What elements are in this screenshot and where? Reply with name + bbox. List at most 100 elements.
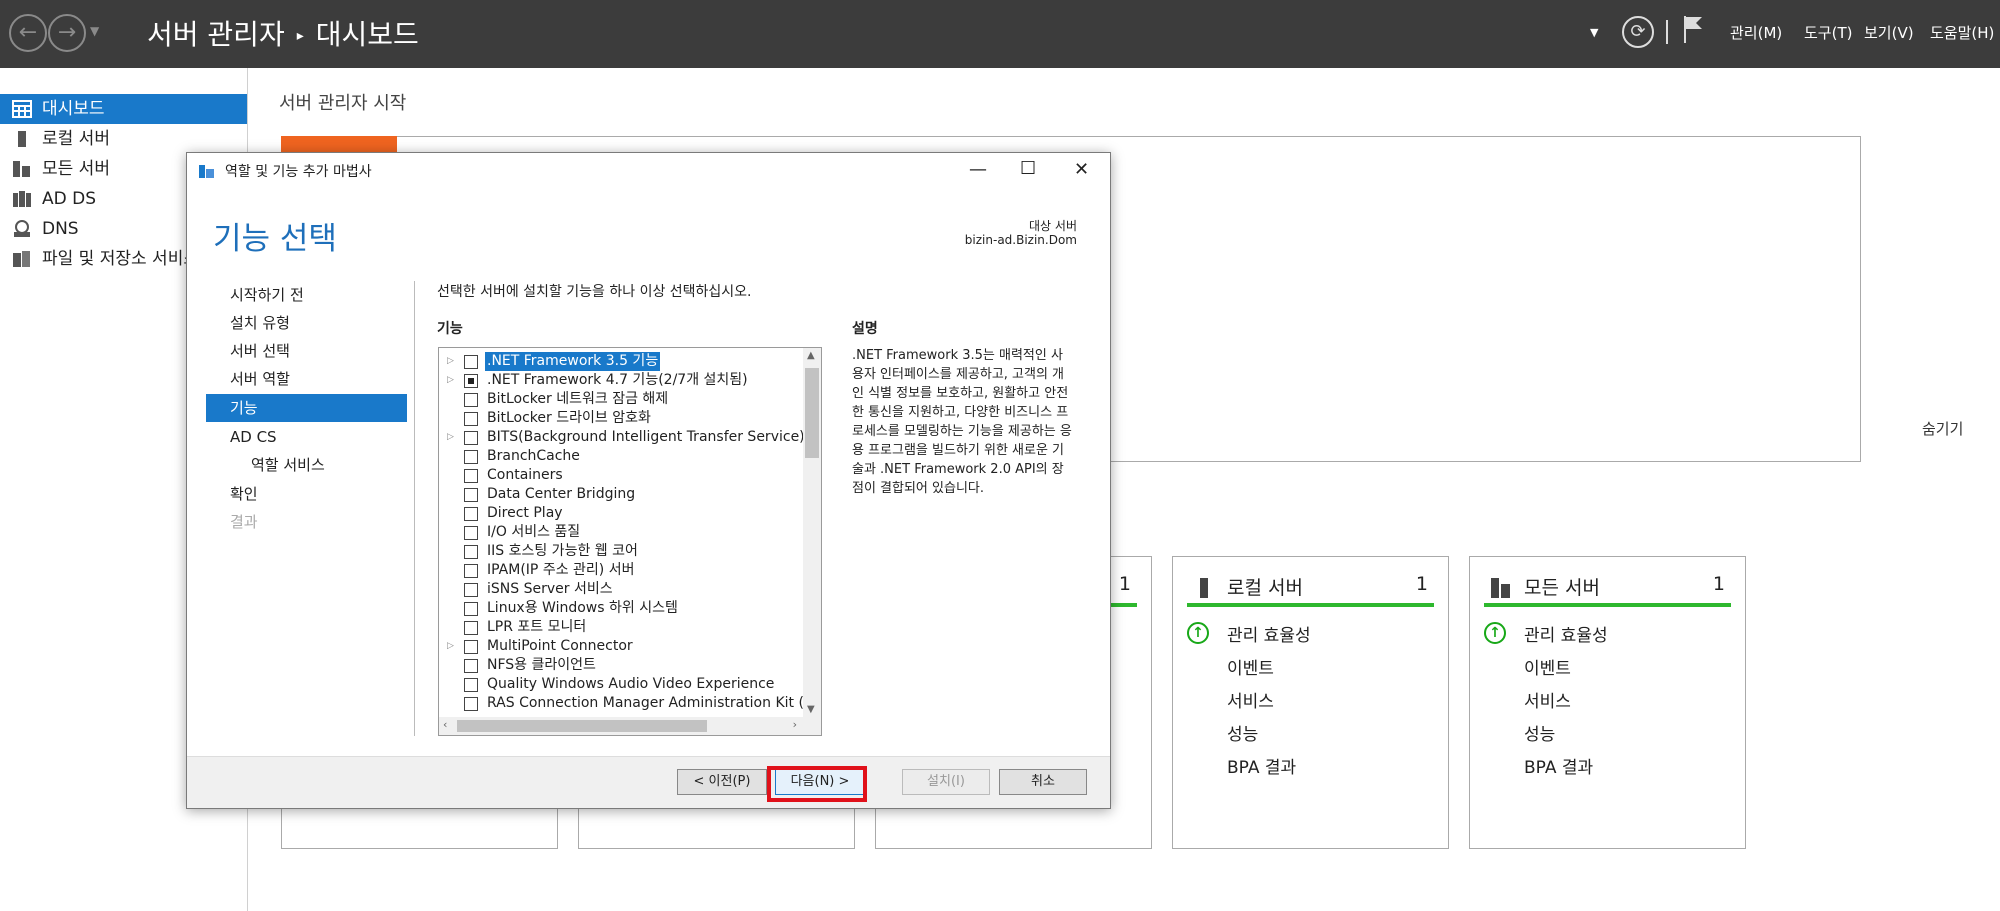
feature-checkbox[interactable] (464, 355, 478, 369)
horizontal-scrollbar[interactable]: ‹ › (439, 717, 821, 735)
feature-checkbox[interactable] (464, 697, 478, 711)
title-bar: ← → ▼ 서버 관리자 ▸ 대시보드 ▼ ⟳ 관리(M) 도구(T) 보기(V) … (0, 0, 2000, 68)
feature-checkbox[interactable] (464, 393, 478, 407)
sidebar-item-label: 대시보드 (42, 99, 105, 119)
feature-row[interactable]: NFS용 클라이언트 (439, 656, 799, 675)
wizard-nav-server-selection[interactable]: 서버 선택 (206, 337, 407, 365)
feature-row[interactable]: BitLocker 드라이브 암호화 (439, 409, 799, 428)
feature-checkbox[interactable] (464, 564, 478, 578)
feature-checkbox[interactable] (464, 545, 478, 559)
vertical-scrollbar[interactable]: ▲ ▼ (803, 348, 821, 717)
close-icon[interactable]: ✕ (1074, 159, 1089, 180)
feature-row[interactable]: LPR 포트 모니터 (439, 618, 799, 637)
back-button[interactable]: ← (9, 14, 47, 52)
menu-manage[interactable]: 관리(M) (1730, 22, 1782, 43)
expand-arrow-icon[interactable]: ▷ (447, 371, 454, 390)
feature-checkbox[interactable] (464, 621, 478, 635)
wizard-title-bar[interactable]: 역할 및 기능 추가 마법사 — ☐ ✕ (187, 153, 1110, 191)
feature-checkbox[interactable] (464, 507, 478, 521)
sidebar-item-local-server[interactable]: 로컬 서버 (0, 124, 247, 154)
feature-row[interactable]: IIS 호스팅 가능한 웹 코어 (439, 542, 799, 561)
feature-row[interactable]: BranchCache (439, 447, 799, 466)
tile-row-manageability[interactable]: 관리 효율성 (1524, 621, 1608, 646)
feature-row[interactable]: Containers (439, 466, 799, 485)
feature-row[interactable]: ▷ .NET Framework 4.7 기능(2/7개 설치됨) (439, 371, 799, 390)
feature-checkbox[interactable] (464, 469, 478, 483)
expand-arrow-icon[interactable]: ▷ (447, 352, 454, 371)
menu-tools[interactable]: 도구(T) (1804, 22, 1852, 43)
feature-checkbox[interactable] (464, 602, 478, 616)
scroll-left-icon[interactable]: ‹ (443, 718, 447, 731)
tile-all-servers[interactable]: 모든 서버 1 ↑ 관리 효율성 이벤트 서비스 성능 BPA 결과 (1469, 556, 1746, 849)
forward-button[interactable]: → (48, 14, 86, 52)
feature-row[interactable]: ▷ .NET Framework 3.5 기능 (439, 352, 799, 371)
scroll-up-icon[interactable]: ▲ (807, 350, 815, 361)
scroll-thumb[interactable] (457, 720, 707, 732)
feature-row[interactable]: ▷ MultiPoint Connector (439, 637, 799, 656)
scroll-right-icon[interactable]: › (793, 718, 797, 731)
feature-label: iSNS Server 서비스 (487, 581, 613, 597)
scroll-thumb[interactable] (805, 368, 819, 458)
feature-row[interactable]: BitLocker 네트워크 잠금 해제 (439, 390, 799, 409)
feature-checkbox[interactable] (464, 450, 478, 464)
previous-button[interactable]: < 이전(P) (677, 769, 767, 795)
expand-arrow-icon[interactable]: ▷ (447, 637, 454, 656)
feature-row[interactable]: IPAM(IP 주소 관리) 서버 (439, 561, 799, 580)
tile-row-bpa[interactable]: BPA 결과 (1227, 753, 1296, 778)
feature-row[interactable]: I/O 서비스 품질 (439, 523, 799, 542)
wizard-nav-ad-cs[interactable]: AD CS (206, 423, 407, 451)
back-arrow-icon: ← (18, 20, 38, 45)
feature-checkbox[interactable] (464, 678, 478, 692)
feature-row[interactable]: Direct Play (439, 504, 799, 523)
feature-checkbox[interactable] (464, 431, 478, 445)
tile-local-server[interactable]: 로컬 서버 1 ↑ 관리 효율성 이벤트 서비스 성능 BPA 결과 (1172, 556, 1449, 849)
feature-checkbox[interactable] (464, 412, 478, 426)
feature-row[interactable]: ▷ BITS(Background Intelligent Transfer Se… (439, 428, 805, 447)
menu-view[interactable]: 보기(V) (1864, 22, 1914, 43)
minimize-icon[interactable]: — (969, 159, 987, 180)
caret-down-icon[interactable]: ▼ (1590, 26, 1598, 39)
wizard-nav-before-you-begin[interactable]: 시작하기 전 (206, 281, 407, 309)
cancel-button[interactable]: 취소 (999, 769, 1087, 795)
sidebar-item-dashboard[interactable]: 대시보드 (0, 94, 247, 124)
feature-checkbox[interactable] (464, 374, 478, 388)
hide-link[interactable]: 숨기기 (1922, 418, 1963, 439)
breadcrumb-current: 대시보드 (315, 18, 419, 51)
feature-checkbox[interactable] (464, 659, 478, 673)
tile-row-services[interactable]: 서비스 (1227, 687, 1274, 712)
tile-row-manageability[interactable]: 관리 효율성 (1227, 621, 1311, 646)
expand-arrow-icon[interactable]: ▷ (447, 428, 454, 447)
wizard-nav-server-roles[interactable]: 서버 역할 (206, 365, 407, 393)
tile-row-events[interactable]: 이벤트 (1524, 654, 1571, 679)
feature-checkbox[interactable] (464, 640, 478, 654)
feature-row[interactable]: Data Center Bridging (439, 485, 799, 504)
wizard-nav-role-services[interactable]: 역할 서비스 (206, 451, 407, 479)
feature-checkbox[interactable] (464, 526, 478, 540)
scroll-down-icon[interactable]: ▼ (807, 704, 815, 715)
feature-checkbox[interactable] (464, 488, 478, 502)
wizard-nav-features[interactable]: 기능 (206, 394, 407, 422)
tile-row-performance[interactable]: 성능 (1524, 720, 1555, 745)
feature-row[interactable]: iSNS Server 서비스 (439, 580, 799, 599)
feature-label: Direct Play (487, 505, 563, 521)
menu-help[interactable]: 도움말(H) (1930, 22, 1994, 43)
features-label: 기능 (437, 321, 463, 337)
feature-row[interactable]: RAS Connection Manager Administration Ki… (439, 694, 821, 713)
refresh-icon[interactable]: ⟳ (1622, 16, 1654, 48)
wizard-nav-installation-type[interactable]: 설치 유형 (206, 309, 407, 337)
features-list[interactable]: ▷ .NET Framework 3.5 기능 ▷ .NET Framework 4.… (438, 347, 822, 736)
tile-row-bpa[interactable]: BPA 결과 (1524, 753, 1593, 778)
feature-row[interactable]: Quality Windows Audio Video Experience (439, 675, 799, 694)
history-dropdown-icon[interactable]: ▼ (90, 24, 99, 38)
tile-row-events[interactable]: 이벤트 (1227, 654, 1274, 679)
dns-icon (14, 220, 30, 237)
feature-label: .NET Framework 4.7 기능(2/7개 설치됨) (487, 372, 748, 388)
feature-checkbox[interactable] (464, 583, 478, 597)
maximize-icon[interactable]: ☐ (1020, 158, 1036, 179)
feature-row[interactable]: Linux용 Windows 하위 시스템 (439, 599, 799, 618)
wizard-nav-confirmation[interactable]: 확인 (206, 480, 407, 508)
tile-row-performance[interactable]: 성능 (1227, 720, 1258, 745)
tile-row-services[interactable]: 서비스 (1524, 687, 1571, 712)
wizard-app-icon (199, 165, 214, 178)
notification-flag-icon[interactable] (1682, 14, 1704, 44)
